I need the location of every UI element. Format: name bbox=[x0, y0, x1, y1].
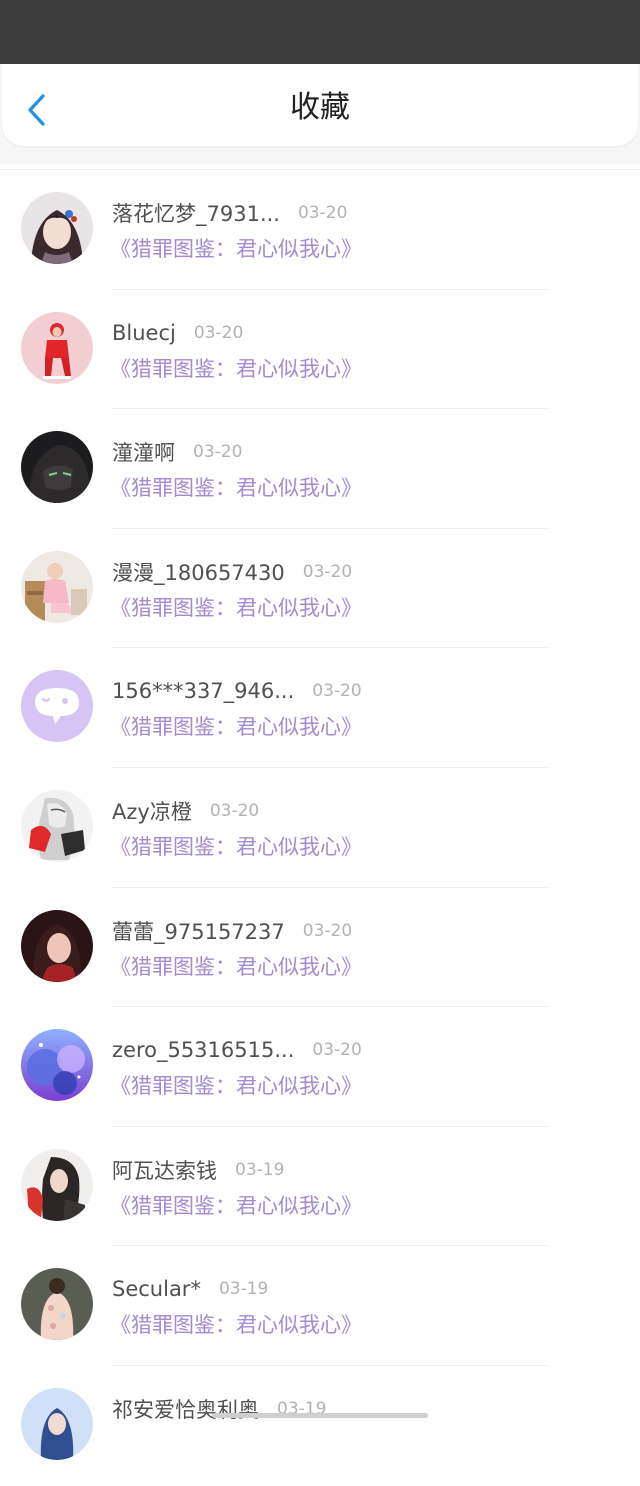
user-name[interactable]: 落花忆梦_7931... bbox=[112, 198, 280, 228]
book-title-link[interactable]: 《猎罪图鉴：君心似我心》 bbox=[110, 353, 362, 383]
galaxy-bubble-avatar[interactable] bbox=[21, 1029, 93, 1102]
item-date: 03-20 bbox=[312, 1040, 362, 1061]
book-title-link[interactable]: 《猎罪图鉴：君心似我心》 bbox=[110, 951, 362, 981]
woman-photo-avatar[interactable] bbox=[21, 909, 93, 982]
item-header: 祁安爱恰奥利奥 03-19 bbox=[112, 1394, 326, 1424]
item-header: Secular* 03-19 bbox=[112, 1274, 268, 1304]
illustration-avatar[interactable] bbox=[21, 1148, 93, 1221]
sketch-art-avatar[interactable] bbox=[21, 789, 93, 862]
item-date: 03-20 bbox=[302, 920, 353, 941]
default-chat-bubble-avatar[interactable] bbox=[21, 670, 93, 743]
user-name[interactable]: Azy凉橙 bbox=[112, 796, 192, 826]
dark-portrait-avatar[interactable] bbox=[21, 431, 93, 504]
item-header: 落花忆梦_7931... 03-20 bbox=[112, 198, 347, 228]
item-date: 03-20 bbox=[193, 322, 244, 343]
navigation-card: 收藏 bbox=[2, 64, 638, 146]
book-title-link[interactable]: 《猎罪图鉴：君心似我心》 bbox=[110, 592, 362, 622]
item-date: 03-20 bbox=[297, 203, 348, 223]
book-title-link[interactable]: 《猎罪图鉴：君心似我心》 bbox=[110, 233, 362, 263]
item-date: 03-19 bbox=[218, 1279, 269, 1300]
navigation-bar: 收藏 bbox=[0, 64, 640, 164]
item-header: zero_55316515... 03-20 bbox=[112, 1035, 362, 1065]
child-photo-avatar[interactable] bbox=[21, 550, 93, 623]
user-name[interactable]: 漫漫_180657430 bbox=[112, 557, 285, 587]
item-header: 蕾蕾_975157237 03-20 bbox=[112, 916, 352, 946]
anime-girl-avatar[interactable] bbox=[21, 192, 93, 264]
list-item[interactable]: 156***337_946... 03-20 《猎罪图鉴：君心似我心》 bbox=[0, 648, 640, 768]
list-item[interactable]: Azy凉橙 03-20 《猎罪图鉴：君心似我心》 bbox=[0, 768, 640, 888]
user-name[interactable]: 156***337_946... bbox=[112, 679, 294, 703]
book-title-link[interactable]: 《猎罪图鉴：君心似我心》 bbox=[110, 1070, 362, 1100]
user-name[interactable]: Secular* bbox=[112, 1277, 201, 1301]
list-item[interactable]: 漫漫_180657430 03-20 《猎罪图鉴：君心似我心》 bbox=[0, 529, 640, 649]
red-outfit-avatar[interactable] bbox=[21, 311, 93, 384]
item-header: 阿瓦达索钱 03-19 bbox=[112, 1155, 284, 1185]
status-bar bbox=[0, 0, 640, 64]
item-header: Azy凉橙 03-20 bbox=[112, 796, 259, 826]
list-item[interactable]: zero_55316515... 03-20 《猎罪图鉴：君心似我心》 bbox=[0, 1007, 640, 1127]
page-title: 收藏 bbox=[290, 90, 350, 125]
list-item[interactable]: 阿瓦达索钱 03-19 《猎罪图鉴：君心似我心》 bbox=[0, 1127, 640, 1247]
item-date: 03-20 bbox=[302, 561, 353, 582]
item-date: 03-20 bbox=[193, 442, 243, 463]
user-name[interactable]: 阿瓦达索钱 bbox=[112, 1155, 217, 1185]
floral-avatar[interactable] bbox=[21, 1268, 93, 1341]
user-name[interactable]: Bluecj bbox=[112, 321, 176, 345]
book-title-link[interactable]: 《猎罪图鉴：君心似我心》 bbox=[110, 1309, 362, 1339]
list-item[interactable]: 落花忆梦_7931... 03-20 《猎罪图鉴：君心似我心》 bbox=[0, 170, 640, 290]
item-date: 03-19 bbox=[235, 1159, 285, 1180]
list-item[interactable]: 潼潼啊 03-20 《猎罪图鉴：君心似我心》 bbox=[0, 409, 640, 529]
item-header: 156***337_946... 03-20 bbox=[112, 676, 362, 706]
book-title-link[interactable]: 《猎罪图鉴：君心似我心》 bbox=[110, 472, 362, 502]
user-name[interactable]: 祁安爱恰奥利奥 bbox=[112, 1394, 259, 1424]
list-item[interactable]: Bluecj 03-20 《猎罪图鉴：君心似我心》 bbox=[0, 290, 640, 410]
blue-avatar[interactable] bbox=[21, 1387, 93, 1460]
item-header: Bluecj 03-20 bbox=[112, 318, 243, 348]
user-name[interactable]: 蕾蕾_975157237 bbox=[112, 916, 285, 946]
item-date: 03-20 bbox=[312, 681, 362, 702]
item-header: 潼潼啊 03-20 bbox=[112, 437, 242, 467]
item-header: 漫漫_180657430 03-20 bbox=[112, 557, 352, 587]
favorites-list: 落花忆梦_7931... 03-20 《猎罪图鉴：君心似我心》 Bluecj 03-20… bbox=[0, 170, 640, 1486]
book-title-link[interactable]: 《猎罪图鉴：君心似我心》 bbox=[110, 711, 362, 741]
list-item[interactable]: 蕾蕾_975157237 03-20 《猎罪图鉴：君心似我心》 bbox=[0, 888, 640, 1008]
user-name[interactable]: zero_55316515... bbox=[112, 1038, 294, 1062]
list-item[interactable]: Secular* 03-19 《猎罪图鉴：君心似我心》 bbox=[0, 1246, 640, 1366]
home-indicator bbox=[212, 1413, 428, 1418]
book-title-link[interactable]: 《猎罪图鉴：君心似我心》 bbox=[110, 1190, 362, 1220]
item-date: 03-20 bbox=[209, 800, 260, 821]
list-item[interactable]: 祁安爱恰奥利奥 03-19 bbox=[0, 1366, 640, 1486]
book-title-link[interactable]: 《猎罪图鉴：君心似我心》 bbox=[110, 831, 362, 861]
user-name[interactable]: 潼潼啊 bbox=[112, 437, 175, 467]
